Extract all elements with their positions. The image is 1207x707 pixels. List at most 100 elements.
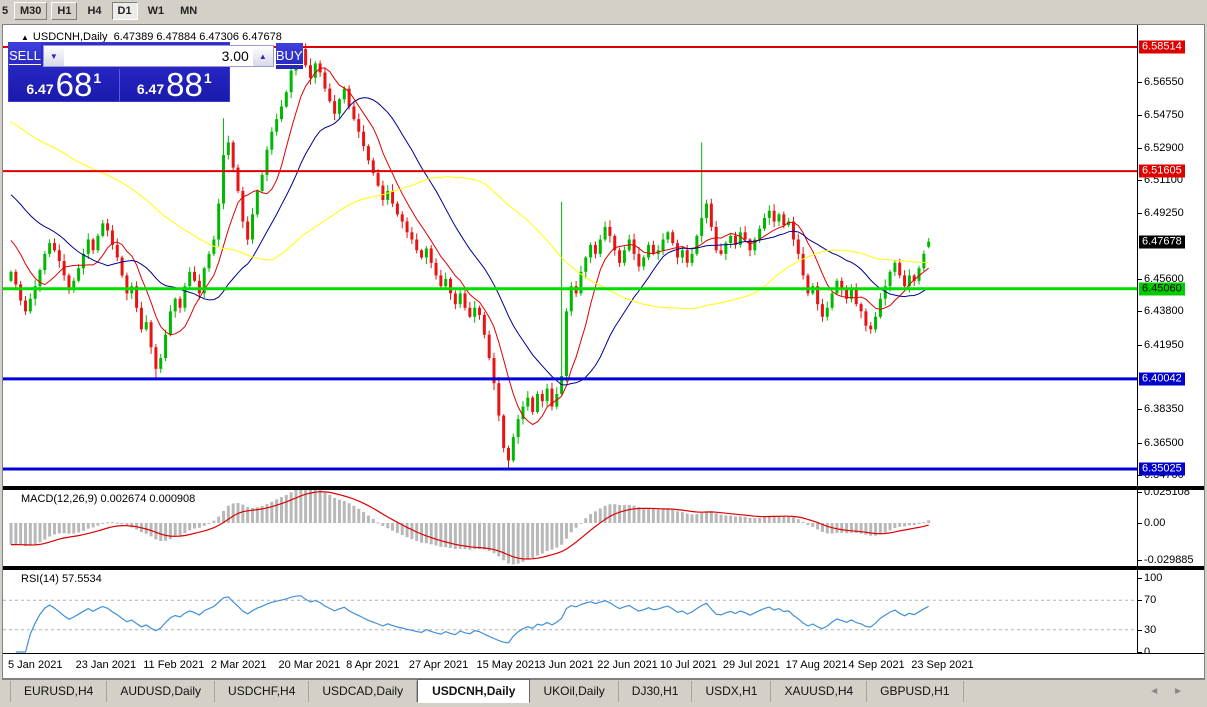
volume-spinner: ▼ ▲ bbox=[43, 45, 274, 67]
one-click-trade-panel: SELL ▼ ▲ BUY 6.47681 6.47881 bbox=[8, 42, 230, 102]
price-tick-mark bbox=[1138, 82, 1142, 83]
buy-price-small: 6.47 bbox=[137, 81, 164, 97]
timeframe-button-h1[interactable]: H1 bbox=[51, 2, 77, 20]
price-tick-label: 6.52900 bbox=[1144, 142, 1184, 154]
chart-tab-usdcnh[interactable]: USDCNH,Daily bbox=[417, 679, 530, 703]
price-tick-mark bbox=[1138, 311, 1142, 312]
rsi-pane: RSI(14) 57.5534 100 70 30 0 bbox=[3, 570, 1204, 653]
timeframe-button-mn[interactable]: MN bbox=[174, 2, 203, 20]
rsi-tick-label: 0 bbox=[1144, 646, 1150, 653]
date-axis-label: 15 May 2021 bbox=[477, 659, 541, 671]
rsi-tick-label: 70 bbox=[1144, 594, 1156, 606]
price-tick-label: 6.49250 bbox=[1144, 207, 1184, 219]
macd-tick-mark bbox=[1138, 523, 1142, 524]
price-pane: ▲USDCNH,Daily 6.47389 6.47884 6.47306 6.… bbox=[3, 25, 1204, 486]
price-tick-label: 6.54750 bbox=[1144, 109, 1184, 121]
price-tick-label: 6.38350 bbox=[1144, 403, 1184, 415]
price-level-badge: 6.51605 bbox=[1139, 165, 1185, 178]
rsi-chart[interactable] bbox=[3, 570, 1137, 653]
chart-tab-eurusd[interactable]: EURUSD,H4 bbox=[10, 681, 107, 702]
collapse-triangle-icon[interactable]: ▲ bbox=[21, 33, 29, 42]
timeframe-button-5[interactable]: 5 bbox=[0, 2, 10, 20]
date-axis-label: 3 Jun 2021 bbox=[539, 659, 593, 671]
chart-tab-usdchf[interactable]: USDCHF,H4 bbox=[215, 681, 309, 702]
price-tick-label: 6.36500 bbox=[1144, 437, 1184, 449]
rsi-tick-mark bbox=[1138, 630, 1142, 631]
chart-window: ▲USDCNH,Daily 6.47389 6.47884 6.47306 6.… bbox=[2, 24, 1205, 679]
date-axis-label: 29 Jul 2021 bbox=[723, 659, 780, 671]
date-axis-label: 8 Apr 2021 bbox=[346, 659, 399, 671]
date-axis-label: 20 Mar 2021 bbox=[278, 659, 340, 671]
chart-tab-dj30[interactable]: DJ30,H1 bbox=[619, 681, 693, 702]
buy-price-display[interactable]: 6.47881 bbox=[120, 69, 230, 101]
price-tick-mark bbox=[1138, 443, 1142, 444]
price-tick-mark bbox=[1138, 148, 1142, 149]
timeframe-toolbar: 5M30H1H4 D1W1MN bbox=[0, 0, 1207, 22]
timeframe-button-m30[interactable]: M30 bbox=[14, 2, 47, 20]
mt4-workspace: { "toolbar": { "buttons": [ {"label": "5… bbox=[0, 0, 1207, 707]
price-tick-mark bbox=[1138, 409, 1142, 410]
macd-indicator-label: MACD(12,26,9) 0.002674 0.000908 bbox=[21, 493, 195, 505]
chart-tab-ukoil[interactable]: UKOil,Daily bbox=[530, 681, 618, 702]
tab-scroll-left-icon[interactable]: ◄ bbox=[1149, 686, 1173, 697]
chart-tab-bar: EURUSD,H4AUDUSD,DailyUSDCHF,H4USDCAD,Dai… bbox=[2, 679, 1205, 703]
date-axis-label: 27 Apr 2021 bbox=[409, 659, 468, 671]
price-tick-label: 6.43800 bbox=[1144, 305, 1184, 317]
macd-tick-label: 0.025108 bbox=[1144, 490, 1190, 498]
macd-pane: MACD(12,26,9) 0.002674 0.000908 0.025108… bbox=[3, 490, 1204, 566]
price-axis[interactable]: 6.565506.547506.529006.511006.492506.456… bbox=[1138, 25, 1204, 486]
price-level-badge: 6.58514 bbox=[1139, 41, 1185, 54]
date-axis-label: 17 Aug 2021 bbox=[786, 659, 848, 671]
sell-button[interactable]: SELL bbox=[9, 43, 41, 69]
price-level-badge: 6.47678 bbox=[1139, 235, 1185, 248]
chart-tab-gbpusd[interactable]: GBPUSD,H1 bbox=[867, 681, 963, 702]
date-axis-label: 22 Jun 2021 bbox=[597, 659, 658, 671]
timeframe-button-h4[interactable]: H4 bbox=[81, 2, 107, 20]
price-level-badge: 6.45060 bbox=[1139, 282, 1185, 295]
date-axis-label: 23 Sep 2021 bbox=[911, 659, 973, 671]
volume-input[interactable] bbox=[64, 46, 253, 66]
buy-button-label: BUY bbox=[276, 48, 303, 65]
rsi-plot[interactable]: RSI(14) 57.5534 bbox=[3, 570, 1138, 653]
rsi-tick-label: 30 bbox=[1144, 624, 1156, 636]
volume-increase-button[interactable]: ▲ bbox=[253, 46, 273, 66]
price-tick-mark bbox=[1138, 279, 1142, 280]
date-axis-label: 4 Sep 2021 bbox=[848, 659, 904, 671]
macd-plot[interactable]: MACD(12,26,9) 0.002674 0.000908 bbox=[3, 490, 1138, 566]
chart-tab-usdcad[interactable]: USDCAD,Daily bbox=[309, 681, 417, 702]
price-tick-mark bbox=[1138, 345, 1142, 346]
date-axis[interactable]: 5 Jan 202123 Jan 202111 Feb 20212 Mar 20… bbox=[3, 653, 1204, 677]
chart-tab-usdx[interactable]: USDX,H1 bbox=[692, 681, 771, 702]
rsi-axis[interactable]: 100 70 30 0 bbox=[1138, 570, 1204, 653]
rsi-tick-mark bbox=[1138, 578, 1142, 579]
macd-tick-mark bbox=[1138, 560, 1142, 561]
volume-decrease-button[interactable]: ▼ bbox=[44, 46, 64, 66]
sell-price-small: 6.47 bbox=[26, 81, 53, 97]
timeframe-button-w1[interactable]: W1 bbox=[142, 2, 171, 20]
rsi-tick-label: 100 bbox=[1144, 572, 1162, 584]
macd-tick-mark bbox=[1138, 492, 1142, 493]
date-axis-label: 11 Feb 2021 bbox=[143, 659, 204, 671]
date-axis-label: 10 Jul 2021 bbox=[660, 659, 717, 671]
buy-button[interactable]: BUY bbox=[276, 43, 303, 69]
sell-price-display[interactable]: 6.47681 bbox=[9, 69, 120, 101]
price-tick-label: 6.56550 bbox=[1144, 76, 1184, 88]
macd-tick-label: 0.00 bbox=[1144, 517, 1165, 529]
macd-axis[interactable]: 0.0251080.00-0.029885 bbox=[1138, 490, 1204, 566]
rsi-indicator-label: RSI(14) 57.5534 bbox=[21, 573, 102, 585]
rsi-tick-mark bbox=[1138, 600, 1142, 601]
price-tick-mark bbox=[1138, 115, 1142, 116]
sell-price-big: 68 bbox=[56, 70, 93, 100]
price-level-badge: 6.40042 bbox=[1139, 372, 1185, 385]
price-plot[interactable]: ▲USDCNH,Daily 6.47389 6.47884 6.47306 6.… bbox=[3, 25, 1138, 486]
sell-price-sup: 1 bbox=[93, 70, 101, 86]
timeframe-button-d1[interactable]: D1 bbox=[112, 2, 138, 20]
price-tick-mark bbox=[1138, 213, 1142, 214]
date-axis-label: 23 Jan 2021 bbox=[76, 659, 137, 671]
tab-scroll-right-icon[interactable]: ► bbox=[1173, 686, 1197, 697]
buy-price-big: 88 bbox=[166, 70, 203, 100]
price-tick-mark bbox=[1138, 180, 1142, 181]
buy-price-sup: 1 bbox=[204, 70, 212, 86]
chart-tab-xauusd[interactable]: XAUUSD,H4 bbox=[771, 681, 867, 702]
chart-tab-audusd[interactable]: AUDUSD,Daily bbox=[107, 681, 215, 702]
